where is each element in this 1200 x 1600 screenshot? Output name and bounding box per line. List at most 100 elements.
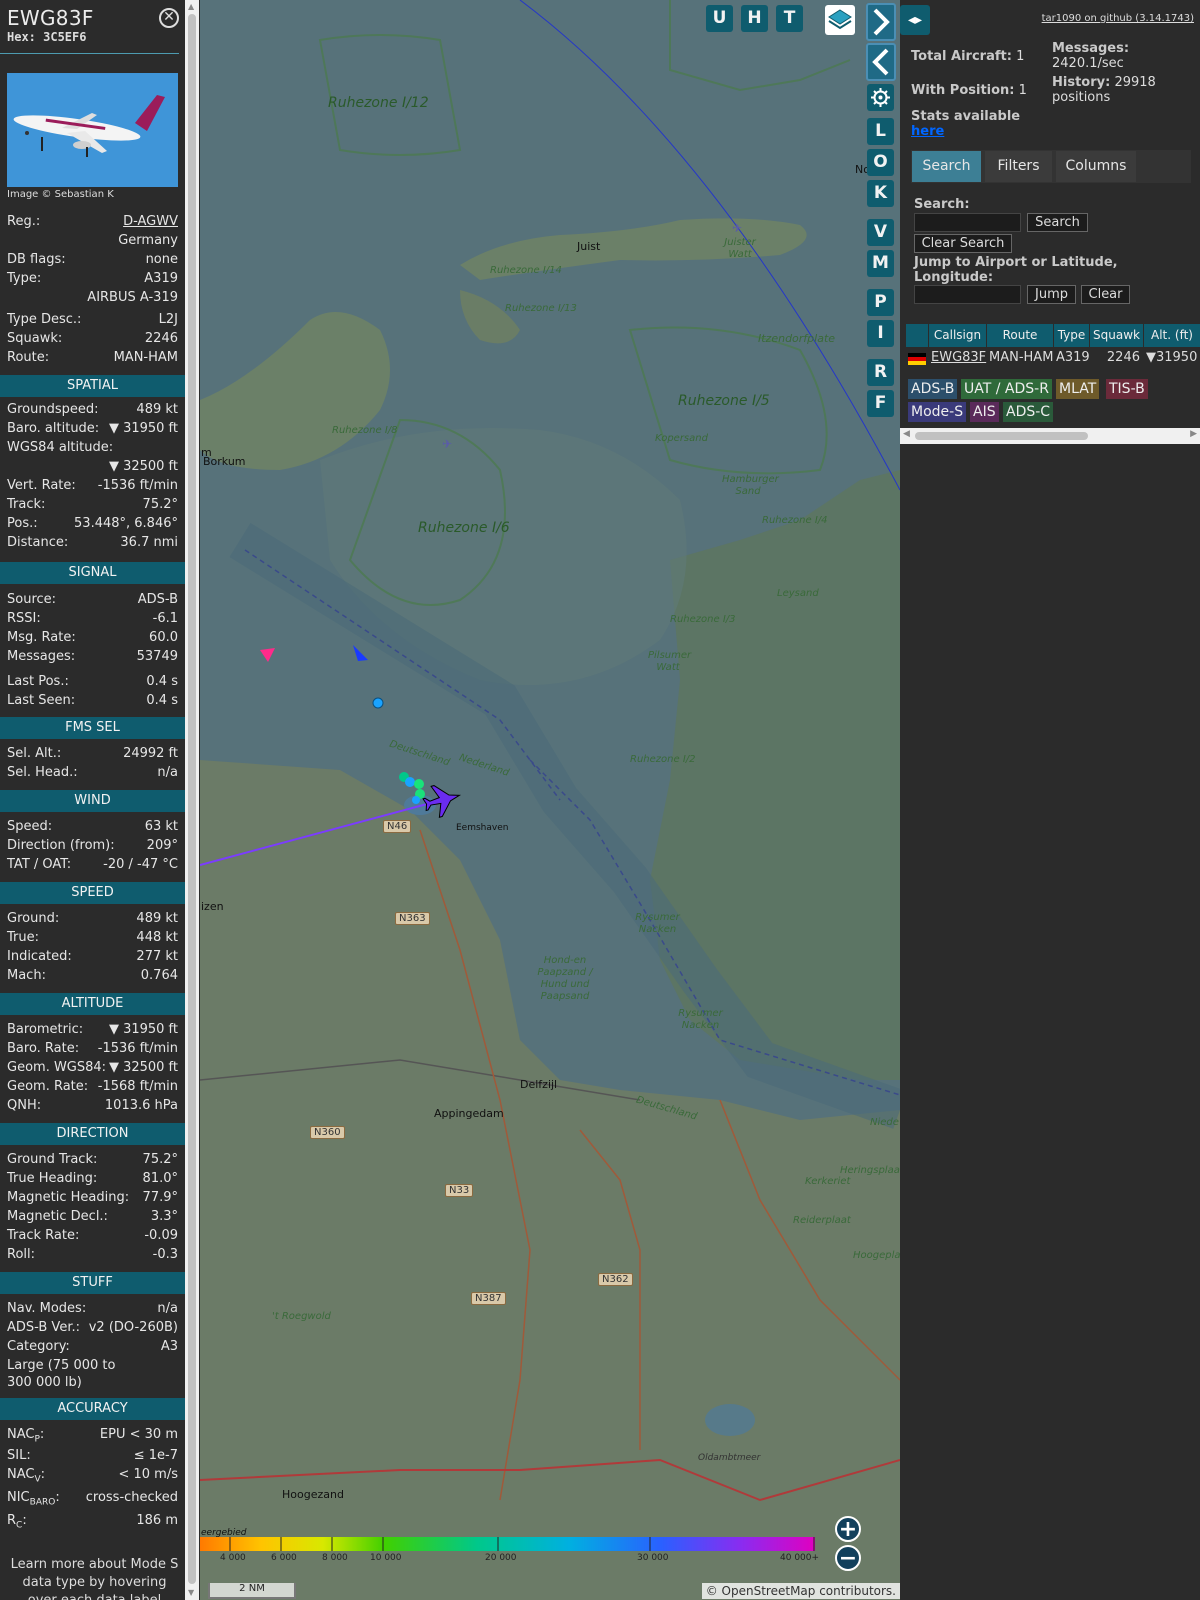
search-label: Search: (914, 197, 970, 212)
zoom-in-button[interactable]: + (835, 1516, 861, 1542)
signal-row: Source: ADS-B (7, 592, 178, 611)
stuff-row: Nav. Modes: n/a (7, 1301, 178, 1320)
airplane-photo-icon (7, 73, 178, 187)
v-button[interactable]: V (867, 219, 894, 246)
scroll-down-icon[interactable]: ▼ (188, 1588, 194, 1597)
search-input[interactable] (914, 213, 1021, 232)
expand-arrows-icon[interactable]: ◂▸ (900, 5, 930, 35)
jump-input[interactable] (914, 285, 1021, 304)
jump-button[interactable]: Jump (1027, 285, 1076, 304)
u-button[interactable]: U (706, 5, 733, 32)
i-button[interactable]: I (867, 320, 894, 347)
zone-label: Ruhezone I/4 (762, 515, 828, 526)
stats-link[interactable]: here (911, 124, 944, 139)
zoom-out-button[interactable]: − (835, 1545, 861, 1571)
detail-value: A319 (144, 271, 178, 286)
aircraft-info-panel: EWG83F Hex: 3C5EF6 ✕ Image © Sebastian K… (0, 0, 185, 1600)
tab-columns[interactable]: Columns (1056, 151, 1136, 182)
map-attribution[interactable]: © OpenStreetMap contributors. (701, 1583, 900, 1599)
scroll-left-icon[interactable]: ◀ (903, 429, 910, 439)
road-label: N362 (598, 1273, 633, 1286)
h-button[interactable]: H (741, 5, 768, 32)
l-button[interactable]: L (867, 118, 894, 145)
clear-button[interactable]: Clear (1081, 285, 1130, 304)
col-callsign[interactable]: Callsign (929, 324, 986, 347)
close-icon[interactable]: ✕ (159, 8, 179, 28)
chevron-right-glyph (873, 8, 890, 36)
map-view[interactable]: ✈ ✈ Ruhezone I/12 Ruhezone I/14 Ruhezone… (200, 0, 900, 1600)
rc-key: R (7, 1513, 17, 1528)
row-key: Nav. Modes: (7, 1301, 87, 1316)
info-scrollbar[interactable]: ▲ ▼ (185, 0, 199, 1600)
m-button[interactable]: M (867, 250, 894, 277)
detail-registration: Reg.: D-AGWV (7, 214, 178, 233)
stat-value: 1 (1016, 49, 1025, 64)
registration-link[interactable]: D-AGWV (123, 214, 178, 229)
col-type[interactable]: Type (1054, 324, 1089, 347)
row-value: -1536 ft/min (97, 1041, 178, 1056)
github-link[interactable]: tar1090 on github (3.14.1743) (1042, 13, 1194, 24)
t-button[interactable]: T (776, 5, 803, 32)
row-value: 448 kt (136, 930, 178, 945)
col-route[interactable]: Route (987, 324, 1053, 347)
row-key: WGS84 altitude: (7, 440, 114, 455)
total-aircraft-stat: Total Aircraft: 1 (911, 49, 1024, 64)
row-value: -1536 ft/min (97, 478, 178, 493)
k-button[interactable]: K (867, 180, 894, 207)
spatial-row: WGS84 altitude: (7, 440, 178, 459)
chevron-right-icon[interactable] (866, 3, 896, 41)
place-label: Hoogeplaat (853, 1250, 900, 1261)
f-button[interactable]: F (867, 390, 894, 417)
col-altitude[interactable]: Alt. (ft) (1144, 324, 1200, 347)
scale-tick-label: 10 000 (370, 1553, 402, 1563)
o-button[interactable]: O (867, 149, 894, 176)
detail-value: Germany (118, 233, 178, 248)
altitude-color-scale (200, 1537, 815, 1551)
scroll-right-icon[interactable]: ▶ (1190, 429, 1197, 439)
col-squawk[interactable]: Squawk (1090, 324, 1143, 347)
scrollbar-thumb[interactable] (915, 432, 1088, 440)
clear-search-button[interactable]: Clear Search (914, 234, 1012, 253)
photo-credit: Image © Sebastian K (7, 189, 114, 200)
row-value: -1568 ft/min (97, 1079, 178, 1094)
spatial-row: ▼ 32500 ft (7, 459, 178, 478)
aircraft-photo[interactable] (7, 73, 178, 187)
chevron-left-icon[interactable] (866, 43, 896, 81)
search-button[interactable]: Search (1027, 213, 1088, 232)
layers-icon[interactable] (825, 5, 855, 35)
p-button[interactable]: P (867, 289, 894, 316)
row-key: True Heading: (7, 1171, 98, 1186)
scrollbar-thumb[interactable] (188, 14, 196, 1584)
gear-icon[interactable] (867, 84, 894, 111)
fms-row: Sel. Alt.: 24992 ft (7, 746, 178, 765)
table-row[interactable]: EWG83F MAN-HAM A319 2246 ▼31950 (906, 348, 1200, 368)
row-key: Speed: (7, 819, 53, 834)
svg-text:✈: ✈ (732, 221, 742, 235)
detail-value: 2246 (144, 331, 178, 346)
with-position-stat: With Position: 1 (911, 83, 1027, 98)
detail-dbflags: DB flags: none (7, 252, 178, 271)
row-callsign[interactable]: EWG83F (931, 348, 986, 368)
row-value: ▼ 32500 ft (108, 1060, 178, 1075)
detail-type-name: AIRBUS A-319 (7, 290, 178, 309)
category-desc-2: 300 000 lb) (7, 1375, 178, 1394)
row-value: n/a (157, 1301, 178, 1316)
row-value: 0.764 (140, 968, 178, 983)
road-label: N46 (383, 820, 412, 833)
row-value: A3 (160, 1339, 178, 1354)
tab-bar: Search Filters Columns (911, 150, 1191, 183)
scale-tick-label: 6 000 (271, 1553, 297, 1563)
nic-key: NIC (7, 1490, 30, 1505)
tab-filters[interactable]: Filters (985, 151, 1052, 182)
scroll-up-icon[interactable]: ▲ (188, 2, 194, 11)
table-horizontal-scrollbar[interactable]: ◀ ▶ (900, 428, 1200, 444)
signal-row: Messages: 53749 (7, 649, 178, 668)
speed-row: Indicated: 277 kt (7, 949, 178, 968)
detail-value: none (145, 252, 178, 267)
section-fms: FMS SEL (0, 717, 185, 739)
section-spatial: SPATIAL (0, 375, 185, 397)
col-flag[interactable] (906, 324, 928, 347)
history-stat: History: 29918 positions (1052, 75, 1192, 105)
r-button[interactable]: R (867, 359, 894, 386)
tab-search[interactable]: Search (912, 151, 981, 182)
